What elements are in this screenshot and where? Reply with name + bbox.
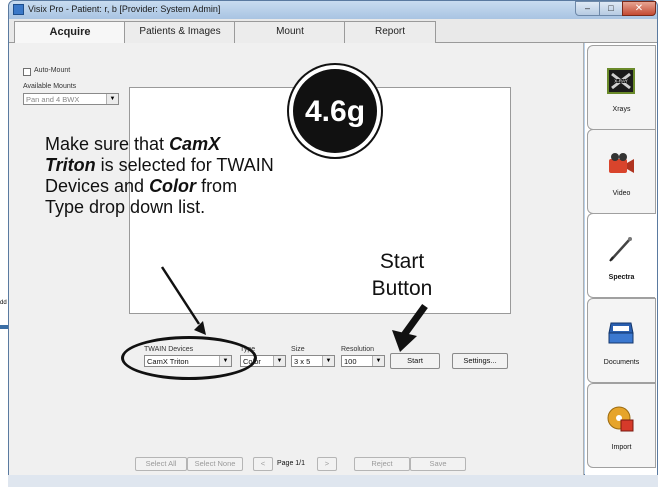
instruction-arrow [160,266,201,325]
start-arrow-head [392,330,417,352]
start-arrow [401,303,428,338]
instruction-arrow-head [194,321,206,335]
annotation-arrows [160,266,428,352]
